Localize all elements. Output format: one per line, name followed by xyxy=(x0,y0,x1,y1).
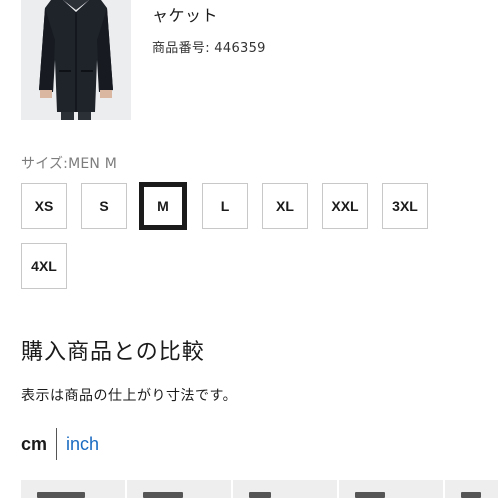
product-image[interactable] xyxy=(21,0,131,120)
size-button-4xl[interactable]: 4XL xyxy=(21,243,67,289)
jacket-icon xyxy=(39,0,113,120)
product-title: ャケット xyxy=(152,6,219,25)
table-header-cell xyxy=(445,480,498,498)
size-button-xl[interactable]: XL xyxy=(262,183,308,229)
size-button-3xl[interactable]: 3XL xyxy=(382,183,428,229)
size-button-m[interactable]: M xyxy=(140,183,186,229)
size-table-header xyxy=(21,480,498,498)
size-button-s[interactable]: S xyxy=(81,183,127,229)
table-header-cell xyxy=(233,480,339,498)
unit-cm-toggle[interactable]: cm xyxy=(21,434,56,455)
unit-toggle: cm inch xyxy=(21,428,99,460)
unit-inch-link[interactable]: inch xyxy=(57,434,99,455)
size-label: サイズ:MEN M xyxy=(21,156,118,172)
table-header-cell xyxy=(339,480,445,498)
product-code: 商品番号: 446359 xyxy=(152,41,266,56)
size-button-l[interactable]: L xyxy=(202,183,248,229)
size-button-xs[interactable]: XS xyxy=(21,183,67,229)
table-header-cell xyxy=(21,480,127,498)
size-button-xxl[interactable]: XXL xyxy=(322,183,368,229)
compare-heading: 購入商品との比較 xyxy=(21,340,205,365)
table-header-cell xyxy=(127,480,233,498)
compare-note: 表示は商品の仕上がり寸法です。 xyxy=(21,388,238,404)
